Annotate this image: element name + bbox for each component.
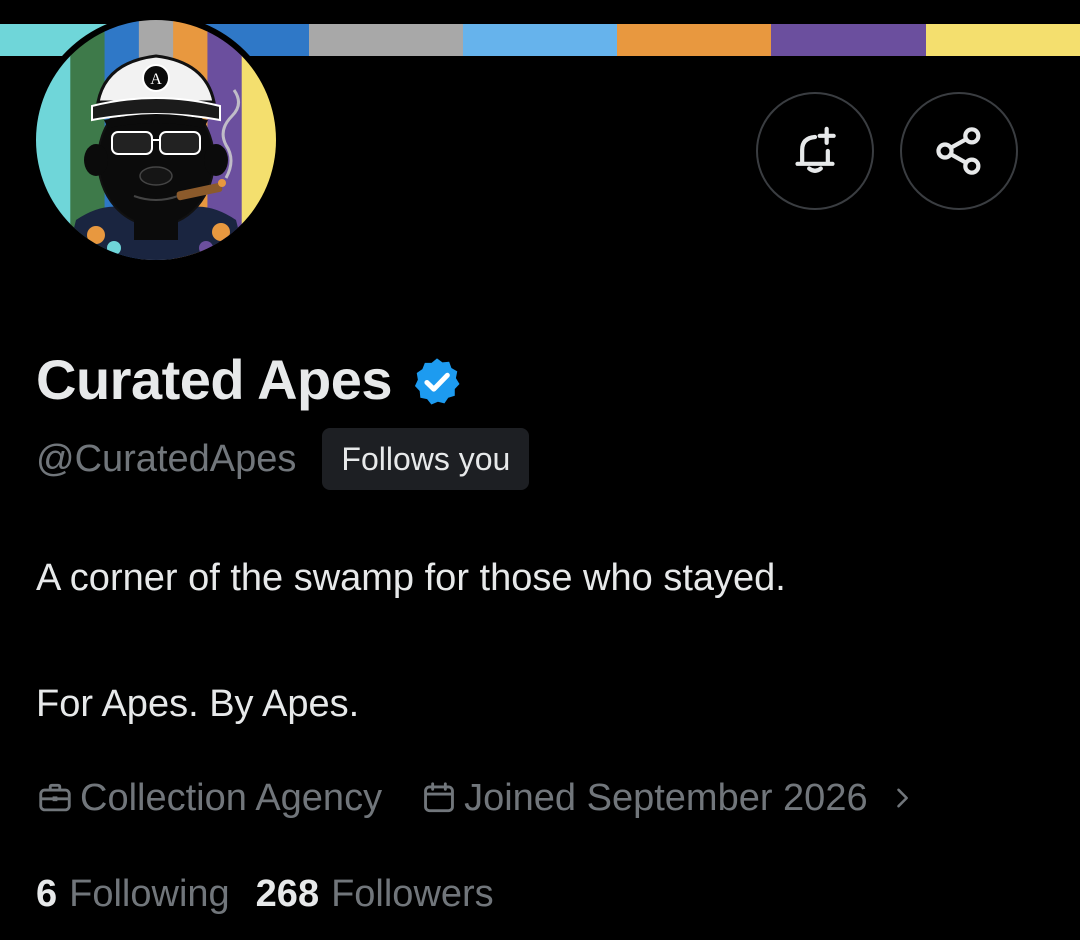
follows-you-badge: Follows you [322, 428, 530, 490]
banner-stripe [308, 24, 463, 56]
svg-text:A: A [150, 71, 162, 88]
briefcase-icon [39, 783, 71, 812]
following-label: Following [69, 873, 230, 915]
banner-stripe [925, 24, 1080, 56]
share-button[interactable] [900, 92, 1018, 210]
profile-name-row: Curated Apes [36, 346, 464, 414]
profile-name: Curated Apes [36, 348, 393, 411]
bio-line-1: A corner of the swamp for those who stay… [36, 557, 786, 599]
joined-label: Joined September 2026 [464, 777, 868, 819]
notify-button[interactable] [756, 92, 874, 210]
banner-stripe [462, 24, 618, 56]
followers-label: Followers [331, 873, 494, 915]
banner-stripe [771, 24, 926, 56]
share-icon [936, 127, 981, 175]
handle-row: @CuratedApes Follows you [36, 428, 530, 490]
banner-stripe [617, 24, 772, 56]
avatar-stripe [241, 20, 276, 260]
followers-link[interactable]: 268 Followers [256, 870, 494, 918]
chevron-right-icon [896, 788, 908, 808]
bio-line-2: For Apes. By Apes. [36, 683, 360, 725]
avatar[interactable]: A [30, 14, 282, 266]
following-link[interactable]: 6 Following [36, 870, 230, 918]
joined-item[interactable]: Joined September 2026 [420, 774, 922, 822]
calendar-icon [424, 782, 454, 813]
category-label: Collection Agency [80, 777, 383, 819]
avatar-stripe [36, 20, 71, 260]
profile-meta-row: Collection Agency Joined September 2026 [36, 774, 922, 822]
profile-handle: @CuratedApes [36, 438, 297, 480]
verified-badge-icon[interactable] [410, 355, 464, 409]
ape-captain-avatar-image: A [36, 20, 276, 260]
category-item: Collection Agency [36, 774, 382, 822]
bell-plus-icon [795, 126, 836, 173]
following-count: 6 [36, 873, 58, 915]
profile-stats-row: 6 Following 268 Followers [36, 870, 494, 918]
followers-count: 268 [255, 873, 320, 915]
